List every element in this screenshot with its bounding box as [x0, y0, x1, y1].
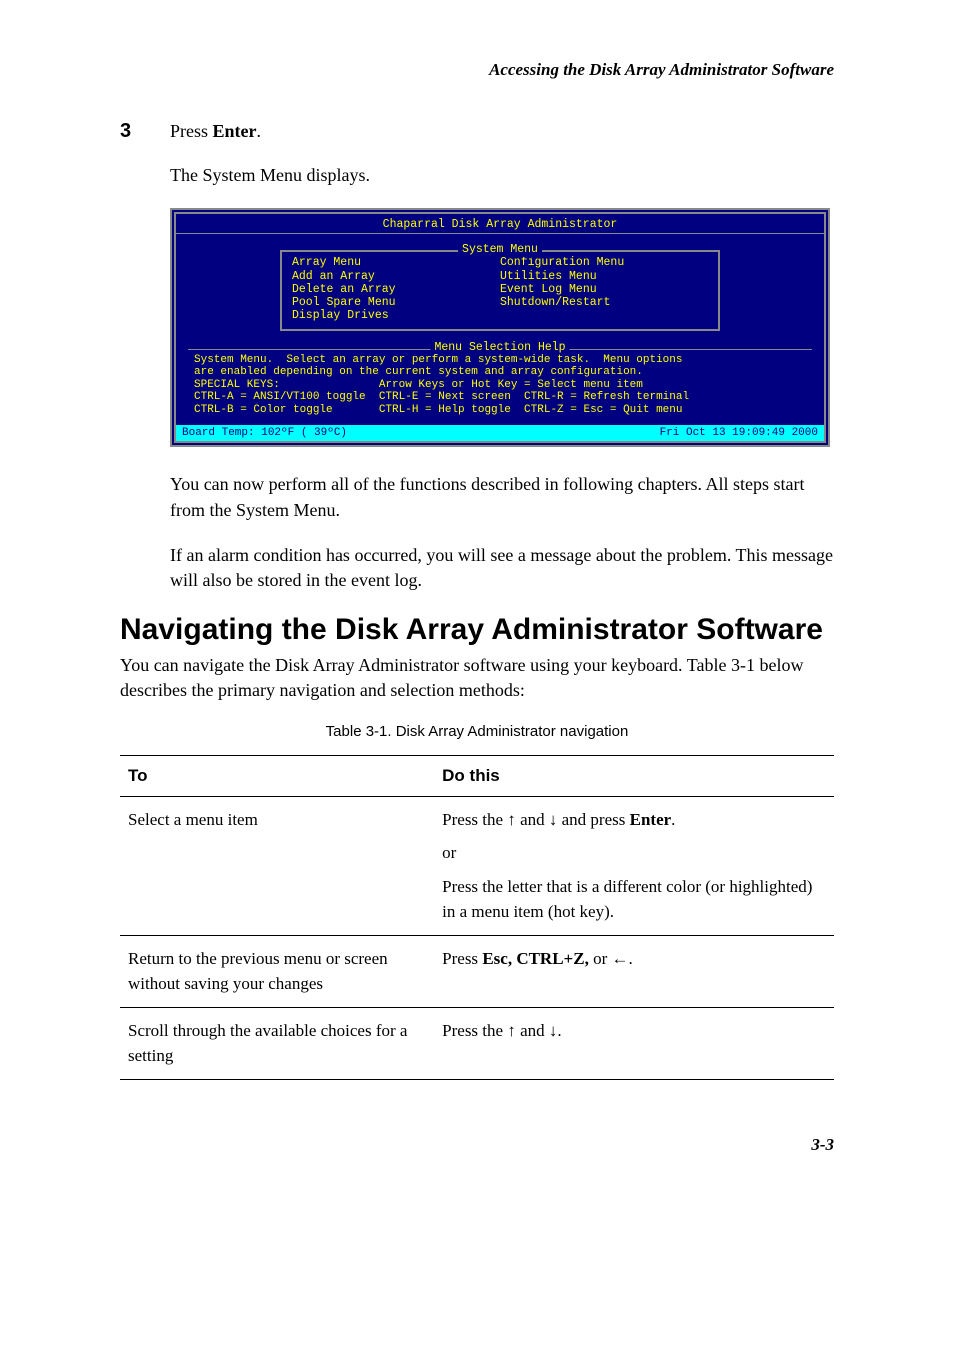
menu-item[interactable]: Add an Array: [292, 270, 500, 283]
page-number: 3-3: [120, 1135, 834, 1155]
navigation-table: To Do this Select a menu item Press the …: [120, 755, 834, 1080]
paragraph-after-2: If an alarm condition has occurred, you …: [170, 543, 834, 593]
paragraph-displays: The System Menu displays.: [170, 163, 834, 188]
menu-item[interactable]: Shutdown/Restart: [500, 296, 708, 309]
step-row: 3 Press Enter.: [120, 120, 834, 143]
cell-do: Press the ↑ and ↓.: [434, 1007, 834, 1079]
table-row: Scroll through the available choices for…: [120, 1007, 834, 1079]
cell-do: Press the ↑ and ↓ and press Enter. or Pr…: [434, 796, 834, 935]
do-bold: Esc, CTRL+Z,: [482, 949, 589, 968]
step-key: Enter: [213, 121, 257, 141]
system-menu-box: System Menu Array Menu Add an Array Dele…: [280, 250, 720, 330]
step-number: 3: [120, 120, 140, 143]
step-prefix: Press: [170, 121, 213, 141]
terminal-body: System Menu Array Menu Add an Array Dele…: [176, 234, 824, 424]
terminal-screenshot: Chaparral Disk Array Administrator Syste…: [170, 208, 830, 447]
do-suffix: .: [671, 810, 675, 829]
step-suffix: .: [257, 121, 262, 141]
do-bold: Enter: [630, 810, 672, 829]
help-box: Menu Selection Help System Menu. Select …: [188, 349, 812, 421]
cell-to: Scroll through the available choices for…: [120, 1007, 434, 1079]
cell-to: Return to the previous menu or screen wi…: [120, 935, 434, 1007]
menu-item[interactable]: Array Menu: [292, 256, 500, 269]
menu-item[interactable]: Pool Spare Menu: [292, 296, 500, 309]
do-line2: or: [442, 840, 826, 866]
status-temp: Board Temp: 102ºF ( 39ºC): [182, 427, 347, 440]
menu-left-column: Array Menu Add an Array Delete an Array …: [292, 256, 500, 322]
table-caption: Table 3-1. Disk Array Administrator navi…: [120, 723, 834, 740]
system-menu-label: System Menu: [458, 243, 542, 256]
paragraph-after-1: You can now perform all of the functions…: [170, 472, 834, 522]
menu-item[interactable]: Configuration Menu: [500, 256, 708, 269]
step-instruction: Press Enter.: [170, 121, 261, 142]
terminal-title: Chaparral Disk Array Administrator: [176, 214, 824, 234]
cell-to: Select a menu item: [120, 796, 434, 935]
menu-item[interactable]: Delete an Array: [292, 283, 500, 296]
menu-item[interactable]: Display Drives: [292, 309, 500, 322]
menu-right-column: Configuration Menu Utilities Menu Event …: [500, 256, 708, 322]
do-text: Press: [442, 949, 482, 968]
section-heading: Navigating the Disk Array Administrator …: [120, 613, 834, 648]
section-intro: You can navigate the Disk Array Administ…: [120, 653, 834, 703]
running-header: Accessing the Disk Array Administrator S…: [120, 60, 834, 80]
table-row: Select a menu item Press the ↑ and ↓ and…: [120, 796, 834, 935]
do-suffix: or ←.: [589, 949, 633, 968]
help-text: System Menu. Select an array or perform …: [194, 354, 806, 417]
cell-do: Press Esc, CTRL+Z, or ←.: [434, 935, 834, 1007]
menu-item[interactable]: Utilities Menu: [500, 270, 708, 283]
table-row: Return to the previous menu or screen wi…: [120, 935, 834, 1007]
table-header-to: To: [120, 755, 434, 796]
table-header-do: Do this: [434, 755, 834, 796]
menu-item[interactable]: Event Log Menu: [500, 283, 708, 296]
do-text: Press the ↑ and ↓ and press: [442, 810, 629, 829]
status-datetime: Fri Oct 13 19:09:49 2000: [660, 427, 818, 440]
terminal-status-bar: Board Temp: 102ºF ( 39ºC) Fri Oct 13 19:…: [176, 425, 824, 442]
do-line3: Press the letter that is a different col…: [442, 874, 826, 925]
help-label: Menu Selection Help: [430, 341, 569, 354]
